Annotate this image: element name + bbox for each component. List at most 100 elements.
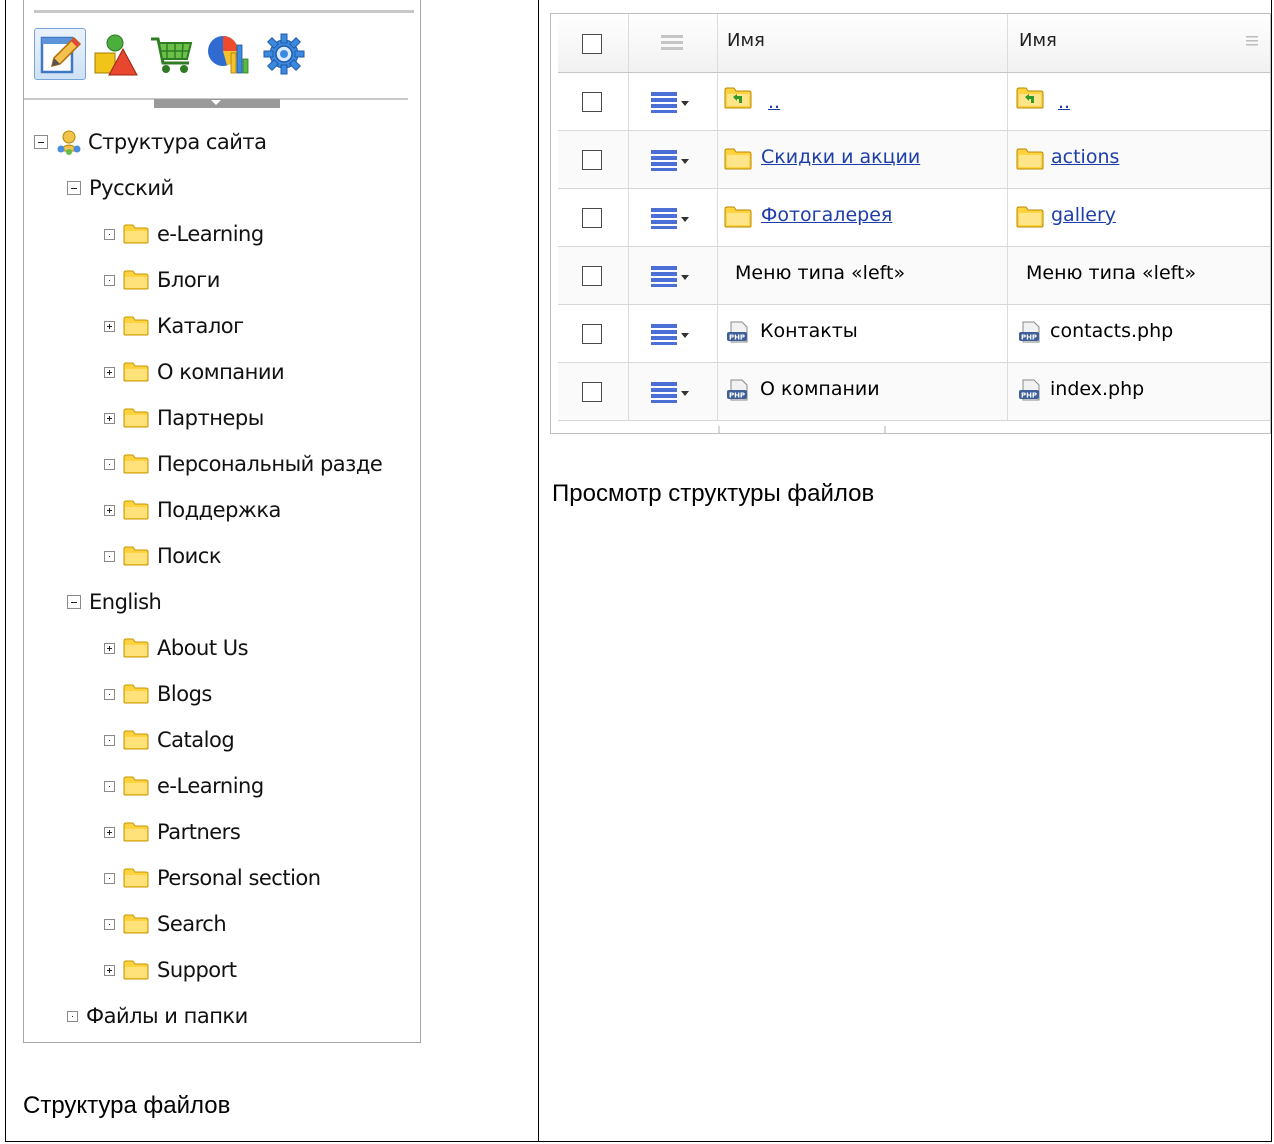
table-row[interactable]: PHP Контакты PHP contacts.php (558, 305, 1270, 363)
column-separator (717, 73, 718, 130)
row-actions-icon[interactable] (651, 264, 691, 288)
cart-icon (151, 37, 193, 73)
expander-icon[interactable] (104, 274, 115, 286)
svg-text:PHP: PHP (729, 334, 745, 342)
tree-node-russian[interactable]: Русский (67, 176, 174, 200)
table-row[interactable]: Меню типа «left» Меню типа «left» (558, 247, 1270, 305)
row-name[interactable]: Меню типа «left» (735, 262, 905, 284)
column-separator (1007, 247, 1008, 304)
row-actions-icon[interactable] (651, 148, 691, 172)
tree-node-site-structure[interactable]: Структура сайта (34, 130, 267, 155)
tree-node-ru-about[interactable]: О компании (104, 360, 285, 384)
tree-node-en-personal[interactable]: Personal section (104, 866, 321, 890)
column-separator (717, 189, 718, 246)
row-name-link[interactable]: Фотогалерея (761, 204, 892, 226)
folder-icon (123, 776, 149, 796)
content-button[interactable] (90, 28, 142, 80)
tree-node-ru-support[interactable]: Поддержка (104, 498, 281, 522)
collapse-icon[interactable] (67, 595, 81, 609)
php-file-icon: PHP (727, 321, 748, 343)
column-menu-icon[interactable] (661, 34, 683, 52)
table-row[interactable]: Скидки и акции actions (558, 131, 1270, 189)
expander-icon[interactable] (104, 780, 115, 792)
column-header-name[interactable]: Имя (727, 30, 765, 51)
row-name-link[interactable]: Скидки и акции (761, 146, 920, 168)
row-actions-icon[interactable] (651, 90, 691, 114)
toolbar-top-border (34, 10, 414, 13)
store-button[interactable] (146, 28, 198, 80)
tree-node-en-partners[interactable]: Partners (104, 820, 241, 844)
column-separator (717, 363, 718, 420)
tree-node-english[interactable]: English (67, 590, 162, 614)
settings-button[interactable] (258, 28, 310, 80)
row-name-link[interactable]: .. (768, 91, 780, 113)
table-row[interactable]: .. .. (558, 73, 1270, 131)
folder-icon (123, 408, 149, 428)
expand-icon[interactable] (104, 504, 115, 516)
tree-node-ru-partners[interactable]: Партнеры (104, 406, 264, 430)
tree-node-en-catalog[interactable]: Catalog (104, 728, 235, 752)
row-name[interactable]: О компании (760, 378, 880, 400)
tree-node-label: Search (157, 912, 227, 936)
tree-node-en-elearning[interactable]: e-Learning (104, 774, 264, 798)
tree-node-en-support[interactable]: Support (104, 958, 237, 982)
row-file-link[interactable]: gallery (1051, 204, 1116, 226)
row-file[interactable]: index.php (1050, 378, 1144, 400)
row-checkbox[interactable] (582, 92, 602, 112)
tree-node-en-search[interactable]: Search (104, 912, 227, 936)
tree-node-en-about[interactable]: About Us (104, 636, 249, 660)
row-name[interactable]: Контакты (760, 320, 858, 342)
collapse-icon[interactable] (67, 181, 81, 195)
svg-text:PHP: PHP (1021, 392, 1037, 400)
expander-icon[interactable] (104, 550, 115, 562)
table-row[interactable]: PHP О компании PHP index.php (558, 363, 1270, 421)
expander-icon[interactable] (67, 1010, 78, 1022)
table-row[interactable]: Фотогалерея gallery (558, 189, 1270, 247)
tree-node-label: English (89, 590, 162, 614)
expand-icon[interactable] (104, 826, 115, 838)
collapse-icon[interactable] (34, 135, 48, 149)
row-checkbox[interactable] (582, 382, 602, 402)
expander-icon[interactable] (104, 458, 115, 470)
tree-node-ru-search[interactable]: Поиск (104, 544, 222, 568)
column-separator (628, 73, 629, 130)
folder-icon (724, 206, 752, 228)
expand-icon[interactable] (104, 642, 115, 654)
row-actions-icon[interactable] (651, 380, 691, 404)
tree-node-ru-catalog[interactable]: Каталог (104, 314, 244, 338)
row-checkbox[interactable] (582, 324, 602, 344)
analytics-button[interactable] (202, 28, 254, 80)
row-checkbox[interactable] (582, 266, 602, 286)
expander-icon[interactable] (104, 688, 115, 700)
expander-icon[interactable] (104, 872, 115, 884)
row-file[interactable]: contacts.php (1050, 320, 1173, 342)
toolbar (34, 22, 314, 86)
tree-node-files-folders[interactable]: Файлы и папки (67, 1004, 248, 1028)
chart-icon (208, 36, 249, 74)
column-options-icon[interactable] (1246, 36, 1258, 46)
select-all-checkbox[interactable] (582, 34, 602, 54)
tree-node-ru-personal[interactable]: Персональный разде (104, 452, 383, 476)
expander-icon[interactable] (104, 228, 115, 240)
expand-icon[interactable] (104, 964, 115, 976)
expand-icon[interactable] (104, 412, 115, 424)
tree-node-ru-elearning[interactable]: e-Learning (104, 222, 264, 246)
tree-node-en-blogs[interactable]: Blogs (104, 682, 212, 706)
expand-icon[interactable] (104, 366, 115, 378)
column-separator (628, 131, 629, 188)
row-checkbox[interactable] (582, 150, 602, 170)
tree-node-label: Поддержка (157, 498, 281, 522)
row-file-link[interactable]: .. (1058, 91, 1070, 113)
expander-icon[interactable] (104, 918, 115, 930)
tree-node-ru-blogs[interactable]: Блоги (104, 268, 220, 292)
row-actions-icon[interactable] (651, 206, 691, 230)
edit-button[interactable] (34, 28, 86, 80)
folder-icon (1016, 206, 1044, 228)
column-header-file[interactable]: Имя (1019, 30, 1057, 51)
row-checkbox[interactable] (582, 208, 602, 228)
expand-icon[interactable] (104, 320, 115, 332)
row-actions-icon[interactable] (651, 322, 691, 346)
expander-icon[interactable] (104, 734, 115, 746)
row-file-link[interactable]: actions (1051, 146, 1119, 168)
row-file[interactable]: Меню типа «left» (1026, 262, 1196, 284)
